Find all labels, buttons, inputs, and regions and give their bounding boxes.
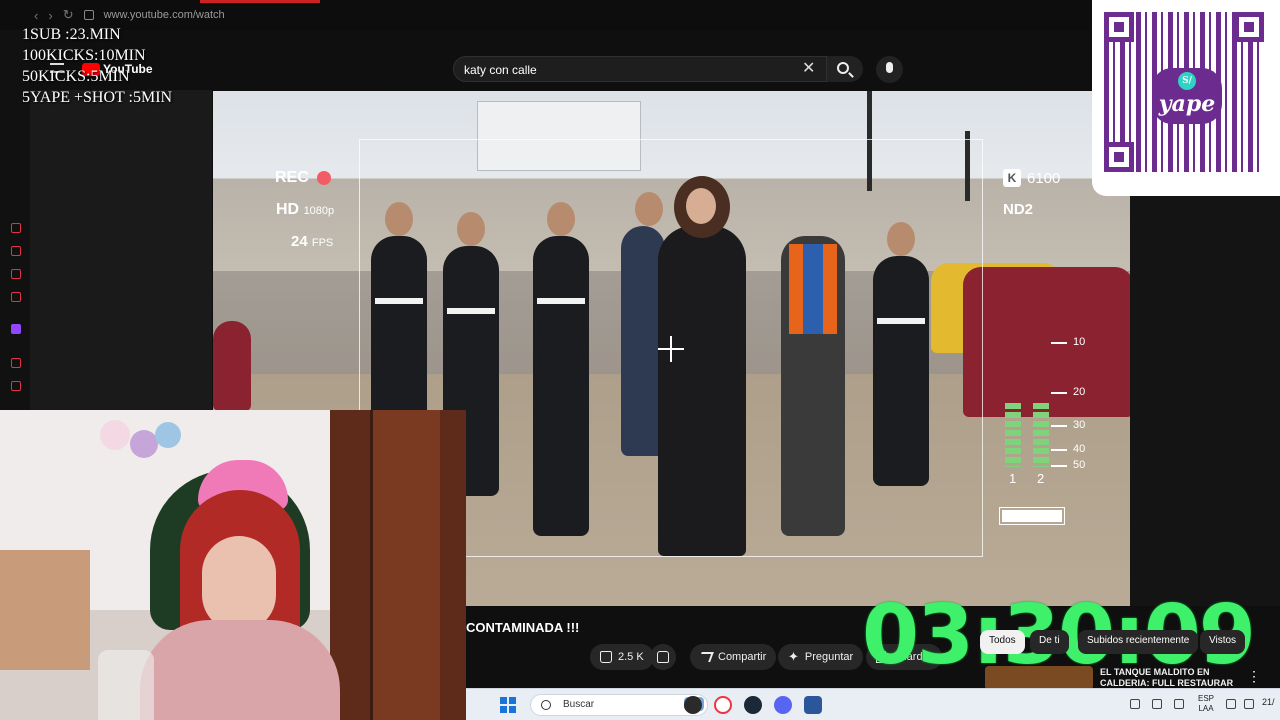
crosshair-icon	[670, 336, 672, 362]
scale-tick: 30	[1050, 419, 1086, 431]
stream-goals: 1SUB :23.MIN 100KICKS:10MIN 50KICKS:5MIN…	[22, 24, 172, 108]
qr-finder	[1104, 12, 1134, 42]
plushie	[100, 420, 130, 450]
goal-line: 50KICKS:5MIN	[22, 68, 130, 85]
scale-tick: 20	[1050, 386, 1086, 398]
channel-label: 1	[1009, 471, 1017, 486]
like-button[interactable]: 2.5 K	[590, 644, 654, 670]
right-panel	[1130, 196, 1280, 606]
active-tab-indicator	[200, 0, 320, 3]
goal-line: 5YAPE +SHOT :5MIN	[22, 89, 173, 106]
chip-recent[interactable]: Subidos recientemente	[1078, 630, 1199, 654]
wifi-icon[interactable]	[1226, 699, 1236, 709]
app-icon[interactable]	[684, 696, 702, 714]
sidebar-app-icon[interactable]	[11, 246, 21, 256]
taskbar-search[interactable]: Buscar	[530, 694, 708, 716]
discord-icon[interactable]	[774, 696, 792, 714]
search-input[interactable]: katy con calle	[453, 56, 827, 82]
qr-code: S/ yape	[1104, 12, 1264, 172]
language-indicator[interactable]: ESP LAA	[1198, 694, 1214, 714]
volume-icon[interactable]	[1244, 699, 1254, 709]
qr-finder	[1104, 142, 1134, 172]
plushie	[155, 422, 181, 448]
audio-meter	[1033, 403, 1049, 467]
steam-icon[interactable]	[744, 696, 762, 714]
sidebar-app-icon[interactable]	[11, 358, 21, 368]
sidebar-app-icon[interactable]	[11, 292, 21, 302]
hd-label: HD 1080p	[276, 201, 335, 218]
clock-text[interactable]: 21/	[1262, 697, 1275, 707]
dislike-button[interactable]	[650, 644, 676, 670]
windows-start-icon[interactable]	[500, 697, 516, 713]
rec-dot-icon	[316, 171, 331, 185]
battery-icon	[999, 507, 1065, 525]
clock-icon[interactable]	[11, 381, 21, 391]
word-icon[interactable]	[804, 696, 822, 714]
share-button[interactable]: Compartir	[690, 644, 777, 670]
chip-all[interactable]: Todos	[980, 630, 1025, 654]
streamer	[140, 460, 340, 720]
chip-watched[interactable]: Vistos	[1200, 630, 1246, 654]
video-title: CONTAMINADA !!!	[466, 620, 580, 635]
chip-from-you[interactable]: De ti	[1030, 630, 1069, 654]
sidebar-app-icon[interactable]	[11, 223, 21, 233]
thumbs-up-icon	[600, 651, 612, 663]
twitch-icon[interactable]	[11, 324, 21, 334]
network-icon[interactable]	[1152, 699, 1162, 709]
ask-button[interactable]: ✦ Preguntar	[778, 644, 864, 670]
yape-qr-panel: S/ yape	[1092, 0, 1280, 196]
left-panel	[30, 90, 212, 410]
goal-line: 1SUB :23.MIN	[22, 26, 121, 43]
scale-tick: 40	[1050, 443, 1086, 455]
channel-label: 2	[1037, 471, 1045, 486]
qr-finder	[1234, 12, 1264, 42]
windows-taskbar: Buscar ESP LAA 21/	[466, 688, 1280, 720]
webcam-feed	[0, 410, 466, 720]
door	[330, 410, 466, 720]
thumbs-down-icon	[657, 651, 669, 663]
red-car	[213, 321, 251, 411]
back-icon[interactable]: ‹	[34, 8, 38, 23]
audio-meter	[1005, 403, 1021, 467]
url-text[interactable]: www.youtube.com/watch	[104, 9, 225, 21]
fps-label: 24 FPS	[291, 233, 334, 250]
share-icon	[698, 652, 714, 662]
chevron-up-icon[interactable]	[1130, 699, 1140, 709]
forward-icon[interactable]: ›	[48, 8, 52, 23]
yape-logo: S/ yape	[1152, 68, 1222, 124]
clear-search-icon[interactable]: ✕	[802, 60, 815, 78]
search-icon	[837, 62, 849, 74]
voice-search-icon[interactable]	[876, 56, 903, 83]
bed	[0, 550, 90, 670]
sparkle-icon: ✦	[788, 649, 799, 664]
kelvin-readout: K 6100	[1003, 169, 1060, 187]
opera-icon[interactable]	[714, 696, 732, 714]
lock-icon	[83, 10, 94, 20]
search-button[interactable]	[827, 56, 863, 82]
rec-indicator: REC	[275, 169, 331, 187]
mic-icon[interactable]	[1174, 699, 1184, 709]
scale-tick: 10	[1050, 336, 1086, 348]
plushie	[130, 430, 158, 458]
scale-tick: 50	[1050, 459, 1086, 471]
yape-coin-icon: S/	[1178, 72, 1196, 90]
nd-readout: ND2	[1003, 201, 1034, 218]
bottle	[98, 650, 154, 720]
red-car	[963, 267, 1130, 417]
goal-line: 100KICKS:10MIN	[22, 47, 146, 64]
reload-icon[interactable]: ↻	[63, 7, 74, 23]
sidebar-app-icon[interactable]	[11, 269, 21, 279]
